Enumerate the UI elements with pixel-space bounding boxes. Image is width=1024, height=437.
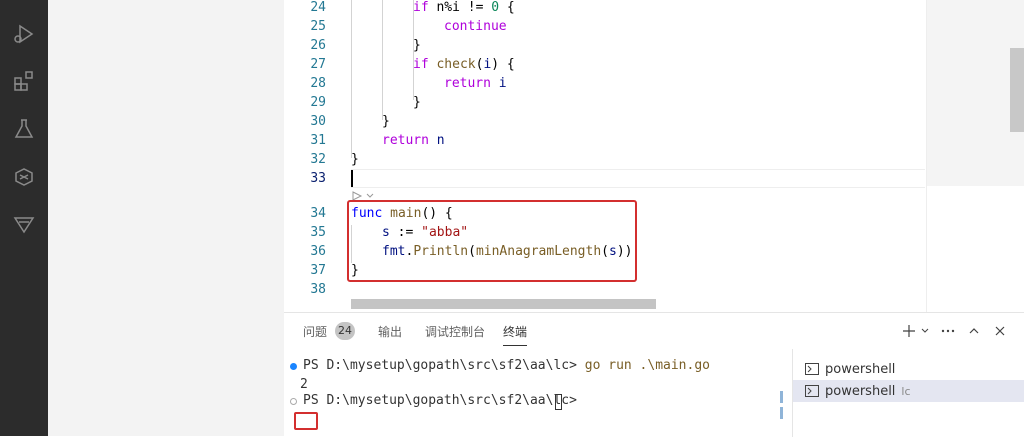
terminal-icon	[805, 385, 819, 397]
tab-problems[interactable]: 问题	[303, 322, 327, 342]
line-number: 25	[310, 19, 326, 34]
close-icon[interactable]	[993, 321, 1007, 341]
vertical-scrollbar-thumb[interactable]	[1010, 48, 1024, 132]
terminal-list-item[interactable]: powershell	[793, 358, 1024, 380]
problems-count-badge: 24	[335, 322, 355, 340]
terminal-name: powershell	[825, 383, 896, 399]
code-line: }	[413, 38, 421, 53]
code-line: return i	[444, 76, 507, 91]
code-editor[interactable]: 24 25 26 27 28 29 30 31 32 33 34 35 36 3…	[284, 0, 1024, 312]
testing-icon[interactable]	[10, 115, 38, 143]
tab-terminal[interactable]: 终端	[503, 322, 527, 342]
line-number: 30	[310, 114, 326, 129]
line-number: 38	[310, 282, 326, 297]
output-highlight	[294, 412, 318, 430]
indent-guide	[382, 0, 383, 120]
line-number: 29	[310, 95, 326, 110]
terminal-name: powershell	[825, 361, 896, 377]
plus-icon[interactable]	[902, 321, 916, 341]
active-tab-indicator	[503, 345, 527, 346]
horizontal-scrollbar-thumb[interactable]	[351, 299, 656, 309]
terminal-icon	[805, 363, 819, 375]
terminal[interactable]: PS D:\mysetup\gopath\src\sf2\aa\lc> go r…	[284, 349, 784, 437]
go-gopher-icon[interactable]	[10, 163, 38, 191]
sidebar	[48, 0, 284, 436]
command-pending-dot	[290, 398, 297, 405]
line-number: 26	[310, 38, 326, 53]
line-number: 28	[310, 76, 326, 91]
bottom-panel: 问题 24 输出 调试控制台 终端 PS D:\mysetup\gopath\s…	[284, 312, 1024, 437]
terminal-list: powershell powershell lc	[792, 349, 1024, 437]
filter-icon[interactable]	[10, 210, 38, 238]
terminal-cursor	[555, 394, 562, 410]
terminal-list-item[interactable]: powershell lc	[793, 380, 1024, 402]
tab-debug-console[interactable]: 调试控制台	[425, 322, 485, 342]
line-number: 32	[310, 152, 326, 167]
text-cursor	[351, 170, 353, 187]
line-number: 34	[310, 206, 326, 221]
code-line: if n%i != 0 {	[413, 0, 515, 15]
line-number: 27	[310, 57, 326, 72]
code-line: }	[351, 152, 359, 167]
run-debug-icon[interactable]	[10, 20, 38, 48]
more-icon[interactable]	[940, 321, 956, 341]
code-line: }	[413, 95, 421, 110]
activity-bar	[0, 0, 48, 436]
tab-output[interactable]: 输出	[378, 322, 402, 342]
chevron-up-icon[interactable]	[967, 321, 981, 341]
terminal-line: PS D:\mysetup\gopath\src\sf2\aa\lc>	[303, 393, 577, 408]
line-number: 31	[310, 133, 326, 148]
chevron-down-icon[interactable]	[920, 321, 930, 341]
line-number: 37	[310, 263, 326, 278]
line-number: 36	[310, 244, 326, 259]
extensions-icon[interactable]	[10, 67, 38, 95]
line-number: 24	[310, 0, 326, 15]
indent-guide	[351, 0, 352, 158]
command-success-dot[interactable]	[290, 363, 297, 370]
terminal-line: PS D:\mysetup\gopath\src\sf2\aa\lc> go r…	[303, 358, 710, 373]
terminal-cwd: lc	[901, 384, 911, 398]
current-line-highlight	[351, 169, 925, 188]
code-line: continue	[444, 19, 507, 34]
main-function-highlight	[347, 200, 637, 282]
code-line: return n	[382, 133, 445, 148]
code-line: if check(i) {	[413, 57, 515, 72]
line-number: 35	[310, 225, 326, 240]
terminal-scroll-markers	[780, 391, 783, 431]
line-number: 33	[310, 171, 326, 186]
code-line: }	[382, 114, 390, 129]
